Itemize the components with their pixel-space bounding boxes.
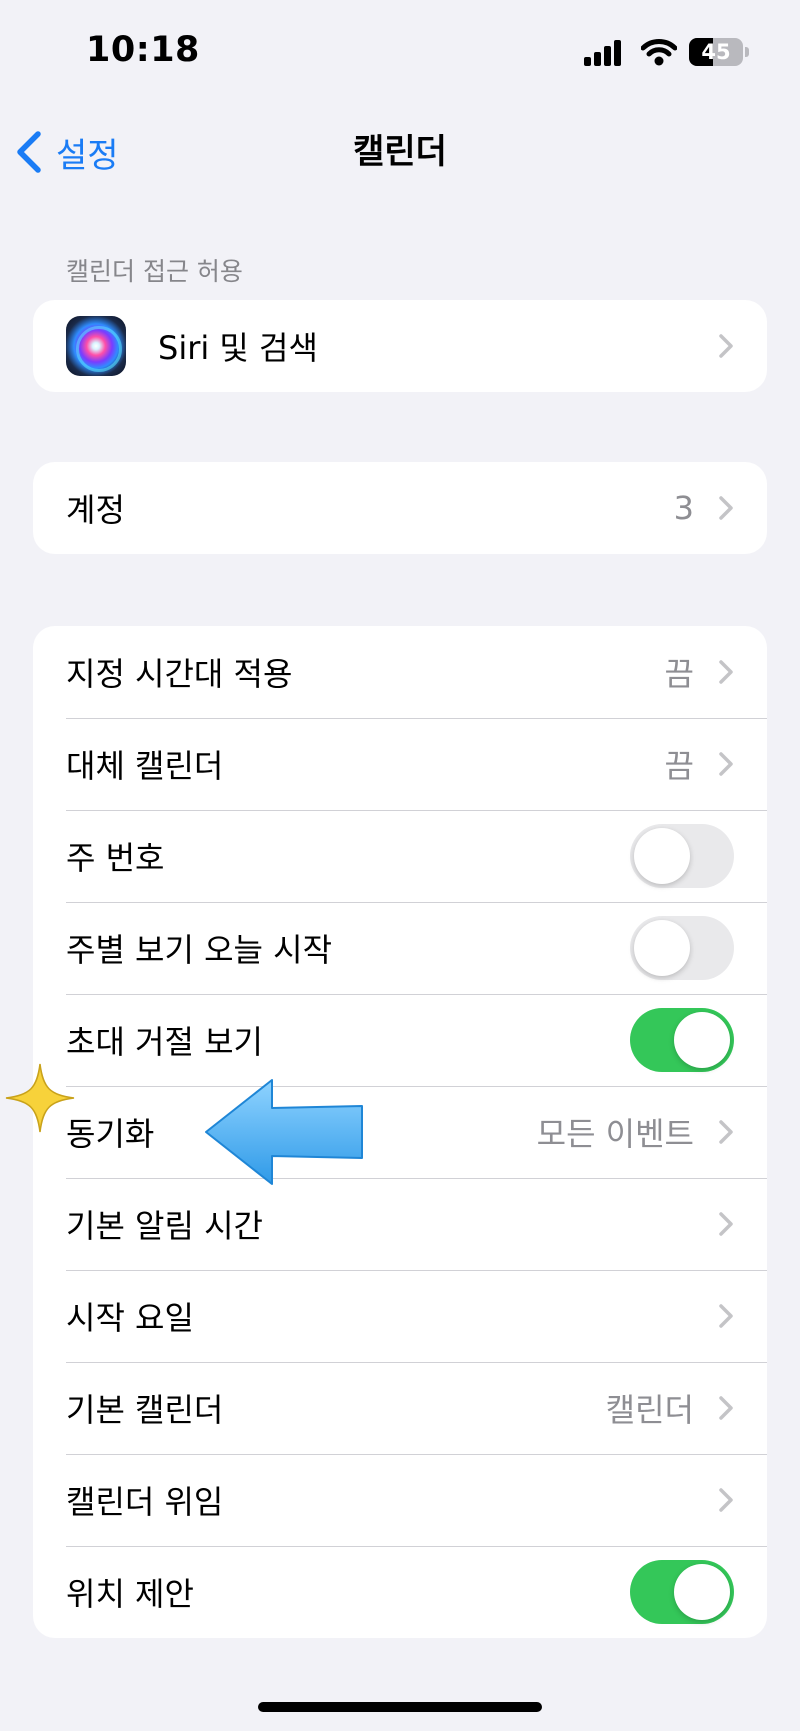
location-suggestions-toggle[interactable] bbox=[630, 1560, 734, 1624]
arrow-left-icon bbox=[205, 1079, 363, 1185]
alternate-calendars-row[interactable]: 대체 캘린더 끔 bbox=[33, 718, 767, 810]
battery-icon: 45 bbox=[689, 38, 749, 66]
status-time: 10:18 bbox=[86, 30, 200, 70]
status-bar: 10:18 45 bbox=[0, 0, 800, 110]
location-suggestions-row: 위치 제안 bbox=[33, 1546, 767, 1638]
navigation-bar: 캘린더 설정 bbox=[0, 110, 800, 200]
chevron-right-icon bbox=[719, 1120, 733, 1144]
default-calendar-row[interactable]: 기본 캘린더 캘린더 bbox=[33, 1362, 767, 1454]
chevron-right-icon bbox=[719, 334, 733, 358]
chevron-right-icon bbox=[719, 1304, 733, 1328]
chevron-left-icon bbox=[17, 131, 41, 173]
accounts-group: 계정 3 bbox=[33, 462, 767, 554]
chevron-right-icon bbox=[719, 752, 733, 776]
time-zone-override-label: 지정 시간대 적용 bbox=[66, 655, 293, 693]
calendar-settings-screen: 10:18 45 캘린더 설정 캘린더 접근 허용 Siri 및 검색 계정 3… bbox=[0, 0, 800, 1731]
siri-search-row[interactable]: Siri 및 검색 bbox=[33, 300, 767, 392]
week-view-today-row: 주별 보기 오늘 시작 bbox=[33, 902, 767, 994]
default-calendar-value: 캘린더 bbox=[605, 1391, 694, 1429]
page-title: 캘린더 bbox=[353, 132, 447, 172]
chevron-right-icon bbox=[719, 1488, 733, 1512]
accounts-row[interactable]: 계정 3 bbox=[33, 462, 767, 554]
battery-level-text: 45 bbox=[701, 40, 731, 64]
delegate-calendars-row[interactable]: 캘린더 위임 bbox=[33, 1454, 767, 1546]
time-zone-override-value: 끔 bbox=[664, 655, 694, 693]
week-view-today-label: 주별 보기 오늘 시작 bbox=[66, 931, 333, 969]
show-declined-row: 초대 거절 보기 bbox=[33, 994, 767, 1086]
chevron-right-icon bbox=[719, 1396, 733, 1420]
week-numbers-label: 주 번호 bbox=[66, 839, 165, 877]
alternate-calendars-value: 끔 bbox=[664, 747, 694, 785]
sync-value: 모든 이벤트 bbox=[536, 1115, 694, 1153]
home-indicator[interactable] bbox=[258, 1702, 542, 1712]
siri-search-label: Siri 및 검색 bbox=[158, 329, 318, 367]
show-declined-label: 초대 거절 보기 bbox=[66, 1023, 263, 1061]
time-zone-override-row[interactable]: 지정 시간대 적용 끔 bbox=[33, 626, 767, 718]
week-numbers-row: 주 번호 bbox=[33, 810, 767, 902]
start-week-on-label: 시작 요일 bbox=[66, 1299, 194, 1337]
section-header-access: 캘린더 접근 허용 bbox=[66, 257, 243, 286]
accounts-label: 계정 bbox=[66, 491, 125, 529]
week-numbers-toggle[interactable] bbox=[630, 824, 734, 888]
default-alert-times-label: 기본 알림 시간 bbox=[66, 1207, 263, 1245]
access-group: Siri 및 검색 bbox=[33, 300, 767, 392]
alternate-calendars-label: 대체 캘린더 bbox=[66, 747, 224, 785]
show-declined-toggle[interactable] bbox=[630, 1008, 734, 1072]
week-view-today-toggle[interactable] bbox=[630, 916, 734, 980]
accounts-value: 3 bbox=[673, 489, 694, 527]
default-calendar-label: 기본 캘린더 bbox=[66, 1391, 224, 1429]
chevron-right-icon bbox=[719, 1212, 733, 1236]
sync-row[interactable]: 동기화 모든 이벤트 bbox=[33, 1086, 767, 1178]
sparkle-icon bbox=[5, 1063, 75, 1133]
start-week-on-row[interactable]: 시작 요일 bbox=[33, 1270, 767, 1362]
wifi-icon bbox=[641, 39, 677, 66]
settings-group: 지정 시간대 적용 끔 대체 캘린더 끔 주 번호 주별 보기 오늘 시작 초대… bbox=[33, 626, 767, 1638]
location-suggestions-label: 위치 제안 bbox=[66, 1575, 194, 1613]
chevron-right-icon bbox=[719, 660, 733, 684]
cellular-signal-icon bbox=[584, 40, 621, 66]
chevron-right-icon bbox=[719, 496, 733, 520]
delegate-calendars-label: 캘린더 위임 bbox=[66, 1483, 224, 1521]
default-alert-times-row[interactable]: 기본 알림 시간 bbox=[33, 1178, 767, 1270]
back-label: 설정 bbox=[56, 135, 119, 176]
back-button[interactable]: 설정 bbox=[14, 120, 119, 184]
siri-icon bbox=[66, 316, 126, 376]
